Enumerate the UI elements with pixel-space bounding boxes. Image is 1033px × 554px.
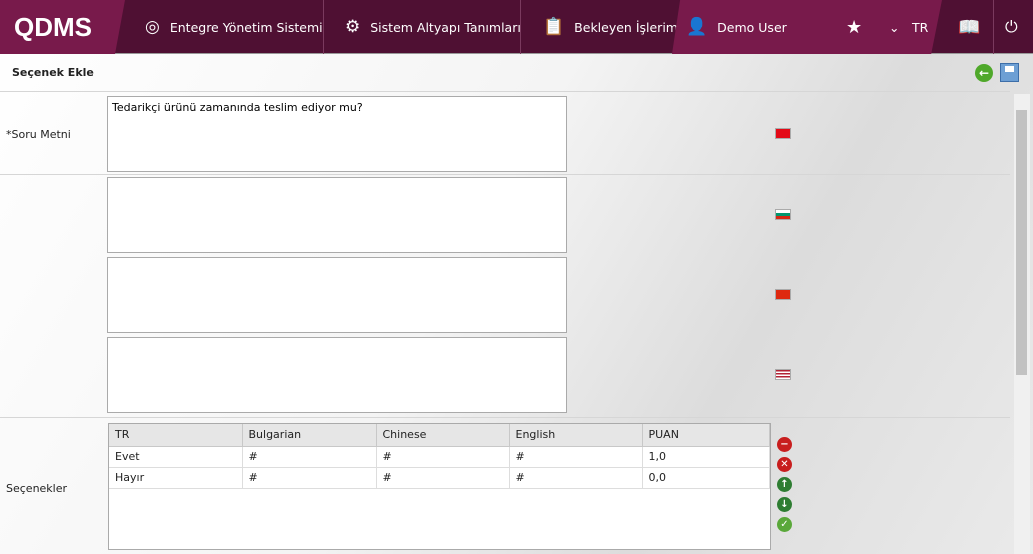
scrollbar-thumb[interactable] (1016, 110, 1027, 375)
help-book-icon[interactable]: 📖 (958, 0, 980, 54)
user-area: 👤 Demo User ★ ⌄ TR (672, 0, 942, 54)
star-icon[interactable]: ★ (846, 17, 862, 38)
page-title: Seçenek Ekle (12, 66, 94, 79)
cell[interactable]: # (509, 446, 643, 468)
cell[interactable]: Evet (109, 446, 243, 468)
question-label: *Soru Metni (6, 128, 71, 141)
qdms-logo[interactable]: QDMS (0, 0, 125, 54)
back-icon[interactable]: ← (975, 64, 993, 82)
move-up-icon[interactable]: ↑ (777, 477, 792, 492)
question-zh-input[interactable] (107, 257, 567, 333)
table-row[interactable]: Evet # # #1,0 (109, 446, 770, 468)
col-bulgarian[interactable]: Bulgarian (242, 424, 377, 447)
delete-icon[interactable]: ✕ (777, 457, 792, 472)
question-tr-input[interactable]: Tedarikçi ürünü zamanında teslim ediyor … (107, 96, 567, 172)
nav-label: Sistem Altyapı Tanımları (370, 19, 521, 35)
question-bg-input[interactable] (107, 177, 567, 253)
cell[interactable]: Hayır (109, 467, 243, 489)
remove-icon[interactable]: − (777, 437, 792, 452)
user-icon: 👤 (686, 17, 708, 37)
confirm-icon[interactable]: ✓ (777, 517, 792, 532)
col-puan[interactable]: PUAN (642, 424, 770, 447)
top-navbar: QDMS ◎ Entegre Yönetim Sistemi ⚙ Sistem Al… (0, 0, 1033, 54)
nav-entegre-yonetim[interactable]: ◎ Entegre Yönetim Sistemi (145, 0, 323, 54)
language-selector[interactable]: TR (912, 20, 928, 35)
options-grid: TR Bulgarian Chinese English PUAN Evet # #… (108, 423, 771, 550)
col-chinese[interactable]: Chinese (376, 424, 510, 447)
clipboard-icon: 📋 (543, 17, 565, 37)
cell[interactable]: # (376, 467, 510, 489)
flag-bg-icon (775, 209, 791, 220)
cell[interactable]: # (376, 446, 510, 468)
question-en-input[interactable] (107, 337, 567, 413)
table-row[interactable]: Hayır # # #0,0 (109, 467, 770, 489)
move-down-icon[interactable]: ↓ (777, 497, 792, 512)
nav-label: Entegre Yönetim Sistemi (169, 19, 323, 35)
col-english[interactable]: English (509, 424, 643, 447)
cell[interactable]: # (509, 467, 643, 489)
gear-icon: ⚙ (345, 17, 361, 37)
cell[interactable]: 1,0 (642, 446, 770, 468)
col-tr[interactable]: TR (109, 424, 243, 447)
save-icon[interactable] (1000, 63, 1019, 82)
flag-cn-icon (775, 289, 791, 300)
grid-header: TR Bulgarian Chinese English PUAN (109, 424, 770, 447)
cell[interactable]: # (242, 467, 377, 489)
flag-us-icon (775, 369, 791, 380)
user-name[interactable]: Demo User (717, 20, 787, 35)
power-icon[interactable]: ⏻ (1005, 0, 1018, 54)
nav-label: Bekleyen İşlerim (574, 19, 678, 35)
chevron-down-icon[interactable]: ⌄ (889, 20, 899, 35)
q-icon: ◎ (145, 17, 160, 37)
flag-tr-icon (775, 128, 791, 139)
cell[interactable]: 0,0 (642, 467, 770, 489)
scrollbar[interactable] (1014, 94, 1030, 554)
nav-sistem-altyapi[interactable]: ⚙ Sistem Altyapı Tanımları (345, 0, 521, 54)
cell[interactable]: # (242, 446, 377, 468)
options-label: Seçenekler (6, 482, 68, 495)
nav-bekleyen-islerim[interactable]: 📋 Bekleyen İşlerim (543, 0, 678, 54)
